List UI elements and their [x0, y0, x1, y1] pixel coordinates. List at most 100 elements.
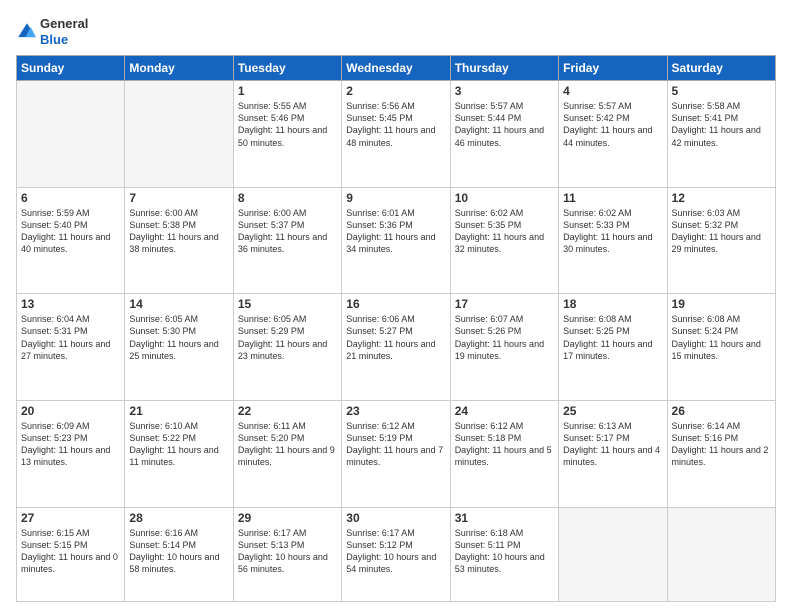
day-number: 10 — [455, 191, 554, 205]
day-info: Sunrise: 6:05 AM Sunset: 5:30 PM Dayligh… — [129, 313, 228, 362]
day-cell: 13 Sunrise: 6:04 AM Sunset: 5:31 PM Dayli… — [17, 294, 125, 401]
day-number: 23 — [346, 404, 445, 418]
day-number: 22 — [238, 404, 337, 418]
day-info: Sunrise: 5:58 AM Sunset: 5:41 PM Dayligh… — [672, 100, 771, 149]
day-info: Sunrise: 5:56 AM Sunset: 5:45 PM Dayligh… — [346, 100, 445, 149]
day-cell: 26 Sunrise: 6:14 AM Sunset: 5:16 PM Dayli… — [667, 400, 775, 507]
day-info: Sunrise: 6:13 AM Sunset: 5:17 PM Dayligh… — [563, 420, 662, 469]
header: General Blue — [16, 16, 776, 47]
day-cell: 21 Sunrise: 6:10 AM Sunset: 5:22 PM Dayli… — [125, 400, 233, 507]
day-info: Sunrise: 5:55 AM Sunset: 5:46 PM Dayligh… — [238, 100, 337, 149]
day-info: Sunrise: 6:02 AM Sunset: 5:33 PM Dayligh… — [563, 207, 662, 256]
day-number: 20 — [21, 404, 120, 418]
day-number: 26 — [672, 404, 771, 418]
day-cell: 30Sunrise: 6:17 AM Sunset: 5:12 PM Dayli… — [342, 507, 450, 602]
day-cell: 15Sunrise: 6:05 AM Sunset: 5:29 PM Dayli… — [233, 294, 341, 401]
day-number: 16 — [346, 297, 445, 311]
day-cell — [17, 81, 125, 188]
day-info: Sunrise: 5:57 AM Sunset: 5:44 PM Dayligh… — [455, 100, 554, 149]
day-cell: 6Sunrise: 5:59 AM Sunset: 5:40 PM Daylig… — [17, 187, 125, 294]
day-info: Sunrise: 6:18 AM Sunset: 5:11 PM Dayligh… — [455, 527, 554, 576]
day-info: Sunrise: 6:02 AM Sunset: 5:35 PM Dayligh… — [455, 207, 554, 256]
day-info: Sunrise: 6:14 AM Sunset: 5:16 PM Dayligh… — [672, 420, 771, 469]
day-number: 5 — [672, 84, 771, 98]
day-cell: 27 Sunrise: 6:15 AM Sunset: 5:15 PM Dayli… — [17, 507, 125, 602]
day-cell: 17 Sunrise: 6:07 AM Sunset: 5:26 PM Dayli… — [450, 294, 558, 401]
day-number: 9 — [346, 191, 445, 205]
day-info: Sunrise: 6:08 AM Sunset: 5:25 PM Dayligh… — [563, 313, 662, 362]
day-number: 17 — [455, 297, 554, 311]
day-number: 19 — [672, 297, 771, 311]
day-number: 25 — [563, 404, 662, 418]
day-cell: 24 Sunrise: 6:12 AM Sunset: 5:18 PM Dayli… — [450, 400, 558, 507]
day-cell: 16 Sunrise: 6:06 AM Sunset: 5:27 PM Dayli… — [342, 294, 450, 401]
day-info: Sunrise: 6:12 AM Sunset: 5:18 PM Dayligh… — [455, 420, 554, 469]
day-number: 12 — [672, 191, 771, 205]
weekday-header-sunday: Sunday — [17, 56, 125, 81]
logo-line2: Blue — [40, 32, 88, 48]
day-cell: 20 Sunrise: 6:09 AM Sunset: 5:23 PM Dayli… — [17, 400, 125, 507]
day-info: Sunrise: 6:00 AM Sunset: 5:38 PM Dayligh… — [129, 207, 228, 256]
day-info: Sunrise: 5:57 AM Sunset: 5:42 PM Dayligh… — [563, 100, 662, 149]
day-info: Sunrise: 6:01 AM Sunset: 5:36 PM Dayligh… — [346, 207, 445, 256]
day-cell: 9 Sunrise: 6:01 AM Sunset: 5:36 PM Daylig… — [342, 187, 450, 294]
day-cell: 4 Sunrise: 5:57 AM Sunset: 5:42 PM Daylig… — [559, 81, 667, 188]
week-row-3: 20 Sunrise: 6:09 AM Sunset: 5:23 PM Dayli… — [17, 400, 776, 507]
day-number: 2 — [346, 84, 445, 98]
day-cell: 3 Sunrise: 5:57 AM Sunset: 5:44 PM Daylig… — [450, 81, 558, 188]
page: General Blue SundayMondayTuesdayWednesda… — [0, 0, 792, 612]
day-cell: 25 Sunrise: 6:13 AM Sunset: 5:17 PM Dayli… — [559, 400, 667, 507]
day-number: 4 — [563, 84, 662, 98]
logo: General Blue — [16, 16, 88, 47]
day-cell: 7 Sunrise: 6:00 AM Sunset: 5:38 PM Daylig… — [125, 187, 233, 294]
day-number: 15 — [238, 297, 337, 311]
day-cell: 8Sunrise: 6:00 AM Sunset: 5:37 PM Daylig… — [233, 187, 341, 294]
day-number: 30 — [346, 511, 445, 525]
day-number: 3 — [455, 84, 554, 98]
day-number: 8 — [238, 191, 337, 205]
week-row-4: 27 Sunrise: 6:15 AM Sunset: 5:15 PM Dayli… — [17, 507, 776, 602]
day-cell — [559, 507, 667, 602]
day-cell: 2 Sunrise: 5:56 AM Sunset: 5:45 PM Daylig… — [342, 81, 450, 188]
day-info: Sunrise: 6:06 AM Sunset: 5:27 PM Dayligh… — [346, 313, 445, 362]
day-cell: 18Sunrise: 6:08 AM Sunset: 5:25 PM Dayli… — [559, 294, 667, 401]
day-info: Sunrise: 6:09 AM Sunset: 5:23 PM Dayligh… — [21, 420, 120, 469]
weekday-header-saturday: Saturday — [667, 56, 775, 81]
day-cell — [125, 81, 233, 188]
day-cell: 23Sunrise: 6:12 AM Sunset: 5:19 PM Dayli… — [342, 400, 450, 507]
day-info: Sunrise: 6:15 AM Sunset: 5:15 PM Dayligh… — [21, 527, 120, 576]
day-info: Sunrise: 6:10 AM Sunset: 5:22 PM Dayligh… — [129, 420, 228, 469]
day-info: Sunrise: 6:07 AM Sunset: 5:26 PM Dayligh… — [455, 313, 554, 362]
day-number: 21 — [129, 404, 228, 418]
day-number: 1 — [238, 84, 337, 98]
weekday-header-tuesday: Tuesday — [233, 56, 341, 81]
day-info: Sunrise: 6:04 AM Sunset: 5:31 PM Dayligh… — [21, 313, 120, 362]
day-number: 11 — [563, 191, 662, 205]
logo-line1: General — [40, 16, 88, 32]
day-info: Sunrise: 6:17 AM Sunset: 5:13 PM Dayligh… — [238, 527, 337, 576]
day-cell: 14 Sunrise: 6:05 AM Sunset: 5:30 PM Dayli… — [125, 294, 233, 401]
day-number: 14 — [129, 297, 228, 311]
day-cell: 5 Sunrise: 5:58 AM Sunset: 5:41 PM Daylig… — [667, 81, 775, 188]
day-cell: 19Sunrise: 6:08 AM Sunset: 5:24 PM Dayli… — [667, 294, 775, 401]
day-number: 29 — [238, 511, 337, 525]
day-number: 31 — [455, 511, 554, 525]
day-number: 7 — [129, 191, 228, 205]
day-number: 6 — [21, 191, 120, 205]
week-row-0: 1 Sunrise: 5:55 AM Sunset: 5:46 PM Daylig… — [17, 81, 776, 188]
weekday-header-wednesday: Wednesday — [342, 56, 450, 81]
day-info: Sunrise: 6:11 AM Sunset: 5:20 PM Dayligh… — [238, 420, 337, 469]
day-cell: 11 Sunrise: 6:02 AM Sunset: 5:33 PM Dayli… — [559, 187, 667, 294]
day-cell — [667, 507, 775, 602]
day-number: 28 — [129, 511, 228, 525]
day-info: Sunrise: 6:03 AM Sunset: 5:32 PM Dayligh… — [672, 207, 771, 256]
calendar: SundayMondayTuesdayWednesdayThursdayFrid… — [16, 55, 776, 602]
day-number: 24 — [455, 404, 554, 418]
weekday-header-thursday: Thursday — [450, 56, 558, 81]
day-cell: 10 Sunrise: 6:02 AM Sunset: 5:35 PM Dayli… — [450, 187, 558, 294]
day-number: 13 — [21, 297, 120, 311]
day-info: Sunrise: 6:16 AM Sunset: 5:14 PM Dayligh… — [129, 527, 228, 576]
weekday-header-row: SundayMondayTuesdayWednesdayThursdayFrid… — [17, 56, 776, 81]
day-number: 27 — [21, 511, 120, 525]
logo-icon — [16, 21, 38, 43]
